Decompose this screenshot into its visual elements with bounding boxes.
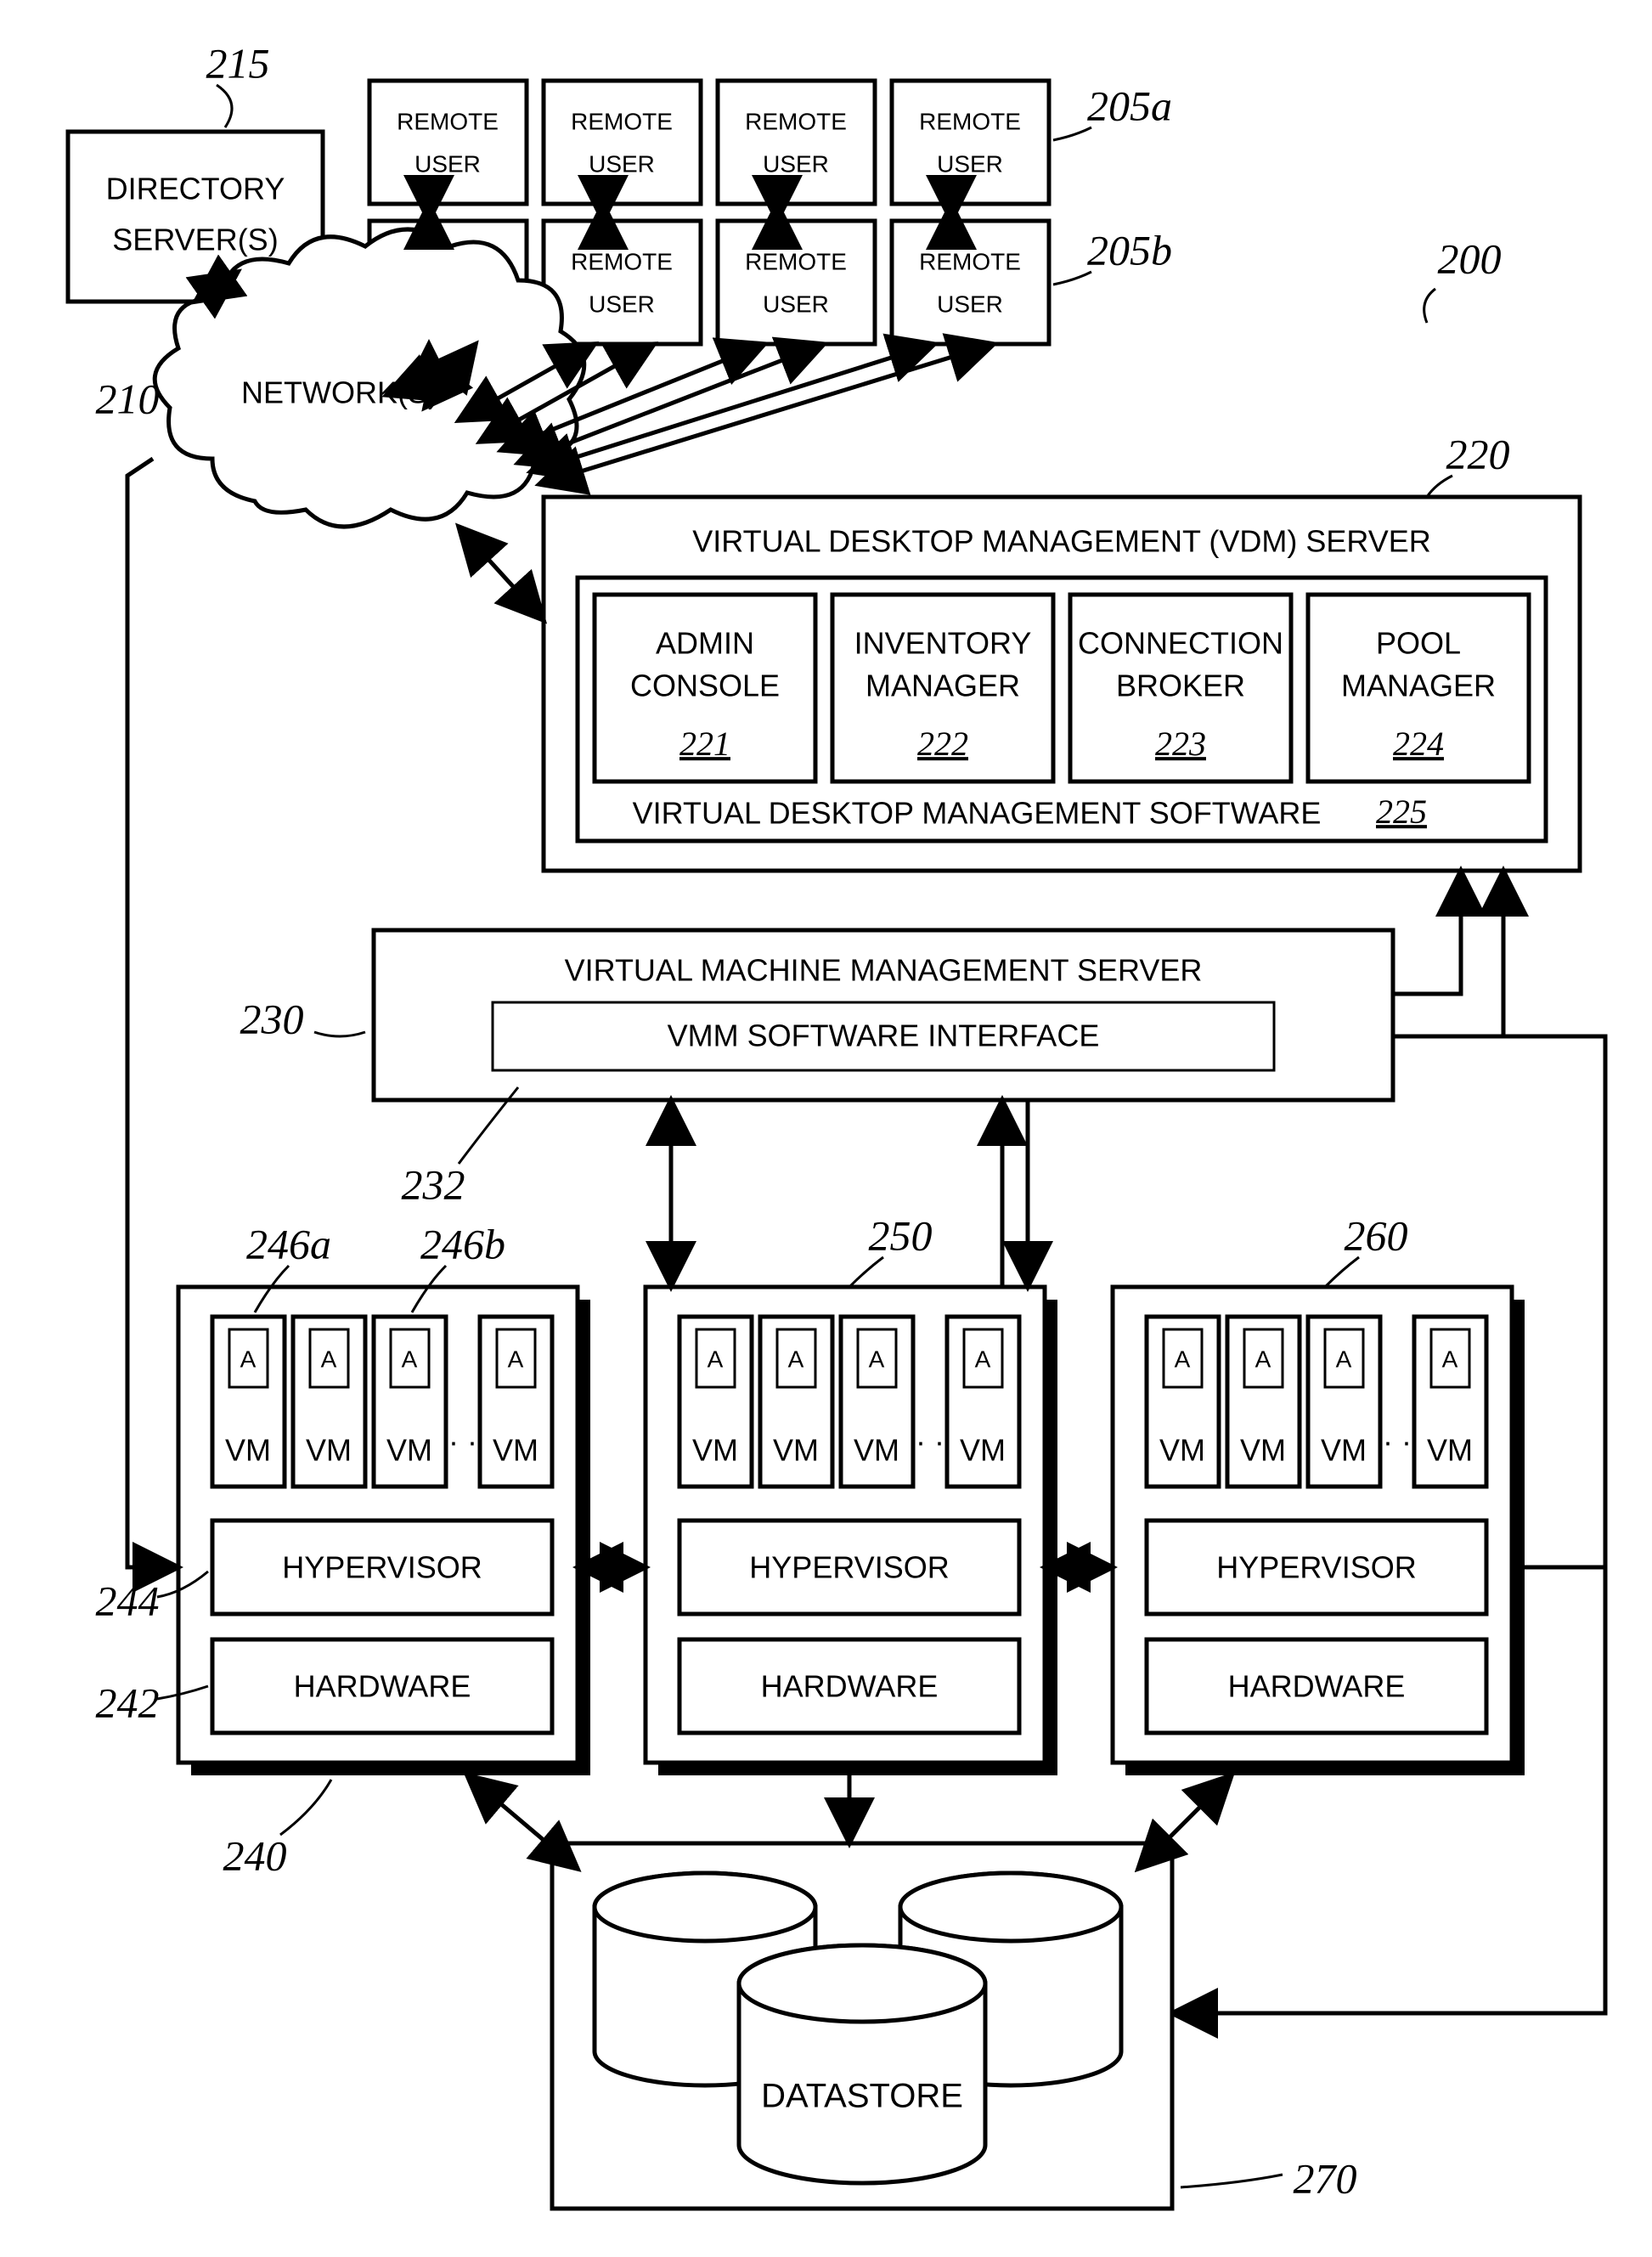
ref-230: 230	[240, 995, 304, 1042]
svg-text:A: A	[321, 1346, 337, 1372]
svg-text:A: A	[1442, 1346, 1458, 1372]
svg-text:VM: VM	[960, 1433, 1006, 1468]
svg-text:CONNECTION: CONNECTION	[1078, 626, 1283, 661]
ref-225: 225	[1376, 793, 1427, 831]
host-240: A VM A VM A VM · · A VM HYPERVISOR HARDW…	[178, 1287, 590, 1775]
svg-text:USER: USER	[414, 150, 481, 177]
svg-text:VM: VM	[1427, 1433, 1473, 1468]
svg-text:HYPERVISOR: HYPERVISOR	[749, 1550, 949, 1585]
svg-text:A: A	[508, 1346, 524, 1372]
ref-232: 232	[402, 1160, 465, 1208]
ref-244: 244	[96, 1577, 160, 1624]
svg-text:VM: VM	[1240, 1433, 1286, 1468]
lead-215	[217, 85, 232, 127]
directory-label-1: DIRECTORY	[106, 172, 285, 206]
svg-text:BROKER: BROKER	[1116, 669, 1245, 703]
vdm-sw-label: VIRTUAL DESKTOP MANAGEMENT SOFTWARE	[633, 796, 1322, 831]
svg-text:VM: VM	[1321, 1433, 1367, 1468]
svg-text:REMOTE: REMOTE	[745, 248, 847, 274]
svg-text:USER: USER	[589, 150, 655, 177]
svg-text:· ·: · ·	[916, 1425, 944, 1459]
svg-text:REMOTE: REMOTE	[571, 248, 673, 274]
svg-text:REMOTE: REMOTE	[571, 108, 673, 134]
ref-215: 215	[206, 39, 270, 87]
ref-221: 221	[679, 725, 730, 763]
svg-text:VM: VM	[1159, 1433, 1205, 1468]
svg-text:REMOTE: REMOTE	[397, 108, 499, 134]
svg-text:USER: USER	[937, 150, 1003, 177]
svg-text:HARDWARE: HARDWARE	[294, 1669, 471, 1704]
directory-label-2: SERVER(S)	[112, 223, 278, 257]
svg-text:HARDWARE: HARDWARE	[1228, 1669, 1406, 1704]
svg-text:A: A	[708, 1346, 724, 1372]
svg-text:USER: USER	[763, 150, 829, 177]
ref-246a: 246a	[246, 1220, 331, 1267]
svg-text:VM: VM	[692, 1433, 738, 1468]
svg-text:A: A	[240, 1346, 257, 1372]
ref-240: 240	[223, 1831, 287, 1879]
svg-text:· ·: · ·	[448, 1425, 477, 1459]
svg-text:CONSOLE: CONSOLE	[630, 669, 780, 703]
vdm-server: VIRTUAL DESKTOP MANAGEMENT (VDM) SERVER …	[544, 497, 1580, 871]
vmm-if-label: VMM SOFTWARE INTERFACE	[668, 1018, 1100, 1053]
svg-text:INVENTORY: INVENTORY	[854, 626, 1032, 661]
svg-text:A: A	[975, 1346, 991, 1372]
svg-text:HYPERVISOR: HYPERVISOR	[1216, 1550, 1416, 1585]
datastore: DATASTORE	[552, 1843, 1172, 2209]
ref-220: 220	[1446, 430, 1510, 477]
svg-text:VM: VM	[493, 1433, 538, 1468]
svg-text:VM: VM	[225, 1433, 271, 1468]
datastore-label: DATASTORE	[761, 2078, 963, 2115]
svg-text:USER: USER	[937, 291, 1003, 317]
ref-250: 250	[869, 1211, 933, 1259]
vdm-title: VIRTUAL DESKTOP MANAGEMENT (VDM) SERVER	[692, 524, 1431, 559]
svg-text:USER: USER	[589, 291, 655, 317]
vmm-title: VIRTUAL MACHINE MANAGEMENT SERVER	[565, 953, 1203, 988]
ref-205a: 205a	[1087, 82, 1172, 129]
svg-text:A: A	[1175, 1346, 1191, 1372]
ref-270: 270	[1294, 2154, 1357, 2202]
svg-text:A: A	[1255, 1346, 1271, 1372]
svg-text:A: A	[1336, 1346, 1352, 1372]
svg-text:POOL: POOL	[1376, 626, 1461, 661]
svg-text:HARDWARE: HARDWARE	[761, 1669, 939, 1704]
ref-224: 224	[1393, 725, 1444, 763]
svg-text:VM: VM	[854, 1433, 899, 1468]
ref-246b: 246b	[420, 1220, 505, 1267]
svg-text:ADMIN: ADMIN	[656, 626, 754, 661]
svg-text:MANAGER: MANAGER	[1341, 669, 1496, 703]
ref-260: 260	[1345, 1211, 1408, 1259]
svg-text:REMOTE: REMOTE	[919, 108, 1021, 134]
ref-210: 210	[96, 375, 160, 422]
svg-text:A: A	[788, 1346, 804, 1372]
ref-242: 242	[96, 1679, 160, 1726]
svg-text:· ·: · ·	[1383, 1425, 1412, 1459]
svg-text:VM: VM	[386, 1433, 432, 1468]
ref-200: 200	[1438, 234, 1502, 282]
ref-222: 222	[917, 725, 968, 763]
svg-text:A: A	[869, 1346, 885, 1372]
svg-text:REMOTE: REMOTE	[745, 108, 847, 134]
svg-text:VM: VM	[773, 1433, 819, 1468]
host-260: A VM A VM A VM · · A VM HYPERVISOR HARDW…	[1113, 1287, 1525, 1775]
network-label: NETWORK(S)	[241, 375, 438, 410]
svg-text:VM: VM	[306, 1433, 352, 1468]
ref-205b: 205b	[1087, 226, 1172, 274]
host-250: A VM A VM A VM · · A VM HYPERVISOR HARDW…	[646, 1287, 1057, 1775]
svg-text:HYPERVISOR: HYPERVISOR	[282, 1550, 482, 1585]
svg-text:REMOTE: REMOTE	[919, 248, 1021, 274]
svg-text:A: A	[402, 1346, 418, 1372]
svg-text:USER: USER	[763, 291, 829, 317]
svg-text:MANAGER: MANAGER	[865, 669, 1020, 703]
vmm-server: VIRTUAL MACHINE MANAGEMENT SERVER VMM SO…	[374, 930, 1393, 1100]
ref-223: 223	[1155, 725, 1206, 763]
